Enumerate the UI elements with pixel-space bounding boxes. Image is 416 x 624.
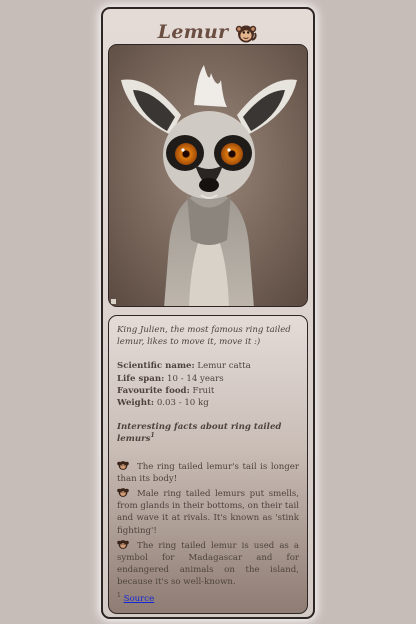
- monkey-icon: [117, 539, 129, 549]
- interesting-fact-text: Male ring tailed lemurs put smells, from…: [117, 489, 299, 536]
- fact-scientific-name: Scientific name: Lemur catta: [117, 360, 299, 372]
- lemur-illustration: [109, 45, 307, 306]
- interesting-fact-text: The ring tailed lemur's tail is longer t…: [117, 461, 299, 484]
- fact-value: Lemur catta: [197, 361, 251, 372]
- interesting-fact-1: The ring tailed lemur's tail is longer t…: [117, 460, 299, 485]
- source-line: 1 Source: [117, 591, 299, 605]
- fact-value: Fruit: [192, 385, 215, 396]
- monkey-icon: [117, 460, 129, 470]
- info-panel: King Julien, the most famous ring tailed…: [108, 315, 308, 614]
- footnote-marker: 1: [117, 591, 121, 599]
- fact-value: 10 - 14 years: [167, 373, 224, 384]
- interesting-fact-2: Male ring tailed lemurs put smells, from…: [117, 487, 299, 537]
- interesting-facts-heading-text: Interesting facts about ring tailed lemu…: [117, 422, 282, 445]
- fact-life-span: Life span: 10 - 14 years: [117, 373, 299, 385]
- quote-text: King Julien, the most famous ring tailed…: [117, 325, 291, 348]
- lemur-photo: [108, 44, 308, 307]
- fact-label: Life span:: [117, 373, 165, 384]
- fact-label: Favourite food:: [117, 385, 190, 396]
- footnote-marker: 1: [150, 432, 155, 440]
- source-link[interactable]: Source: [124, 594, 155, 604]
- interesting-fact-text: The ring tailed lemur is used as a symbo…: [117, 540, 299, 588]
- fact-label: Scientific name:: [117, 361, 195, 372]
- fact-weight: Weight: 0.03 - 10 kg: [117, 397, 299, 409]
- lemur-card: Lemur King Julien, the most famous ring …: [101, 7, 315, 619]
- monkey-icon: [235, 25, 257, 43]
- facts-list: Scientific name: Lemur catta Life span: …: [117, 360, 299, 409]
- monkey-icon: [117, 488, 129, 497]
- fact-favourite-food: Favourite food: Fruit: [117, 385, 299, 397]
- card-title: Lemur: [157, 21, 229, 43]
- interesting-facts-heading: Interesting facts about ring tailed lemu…: [117, 421, 299, 445]
- fact-label: Weight:: [117, 398, 155, 409]
- interesting-fact-3: The ring tailed lemur is used as a symbo…: [117, 539, 299, 589]
- fact-value: 0.03 - 10 kg: [156, 398, 209, 409]
